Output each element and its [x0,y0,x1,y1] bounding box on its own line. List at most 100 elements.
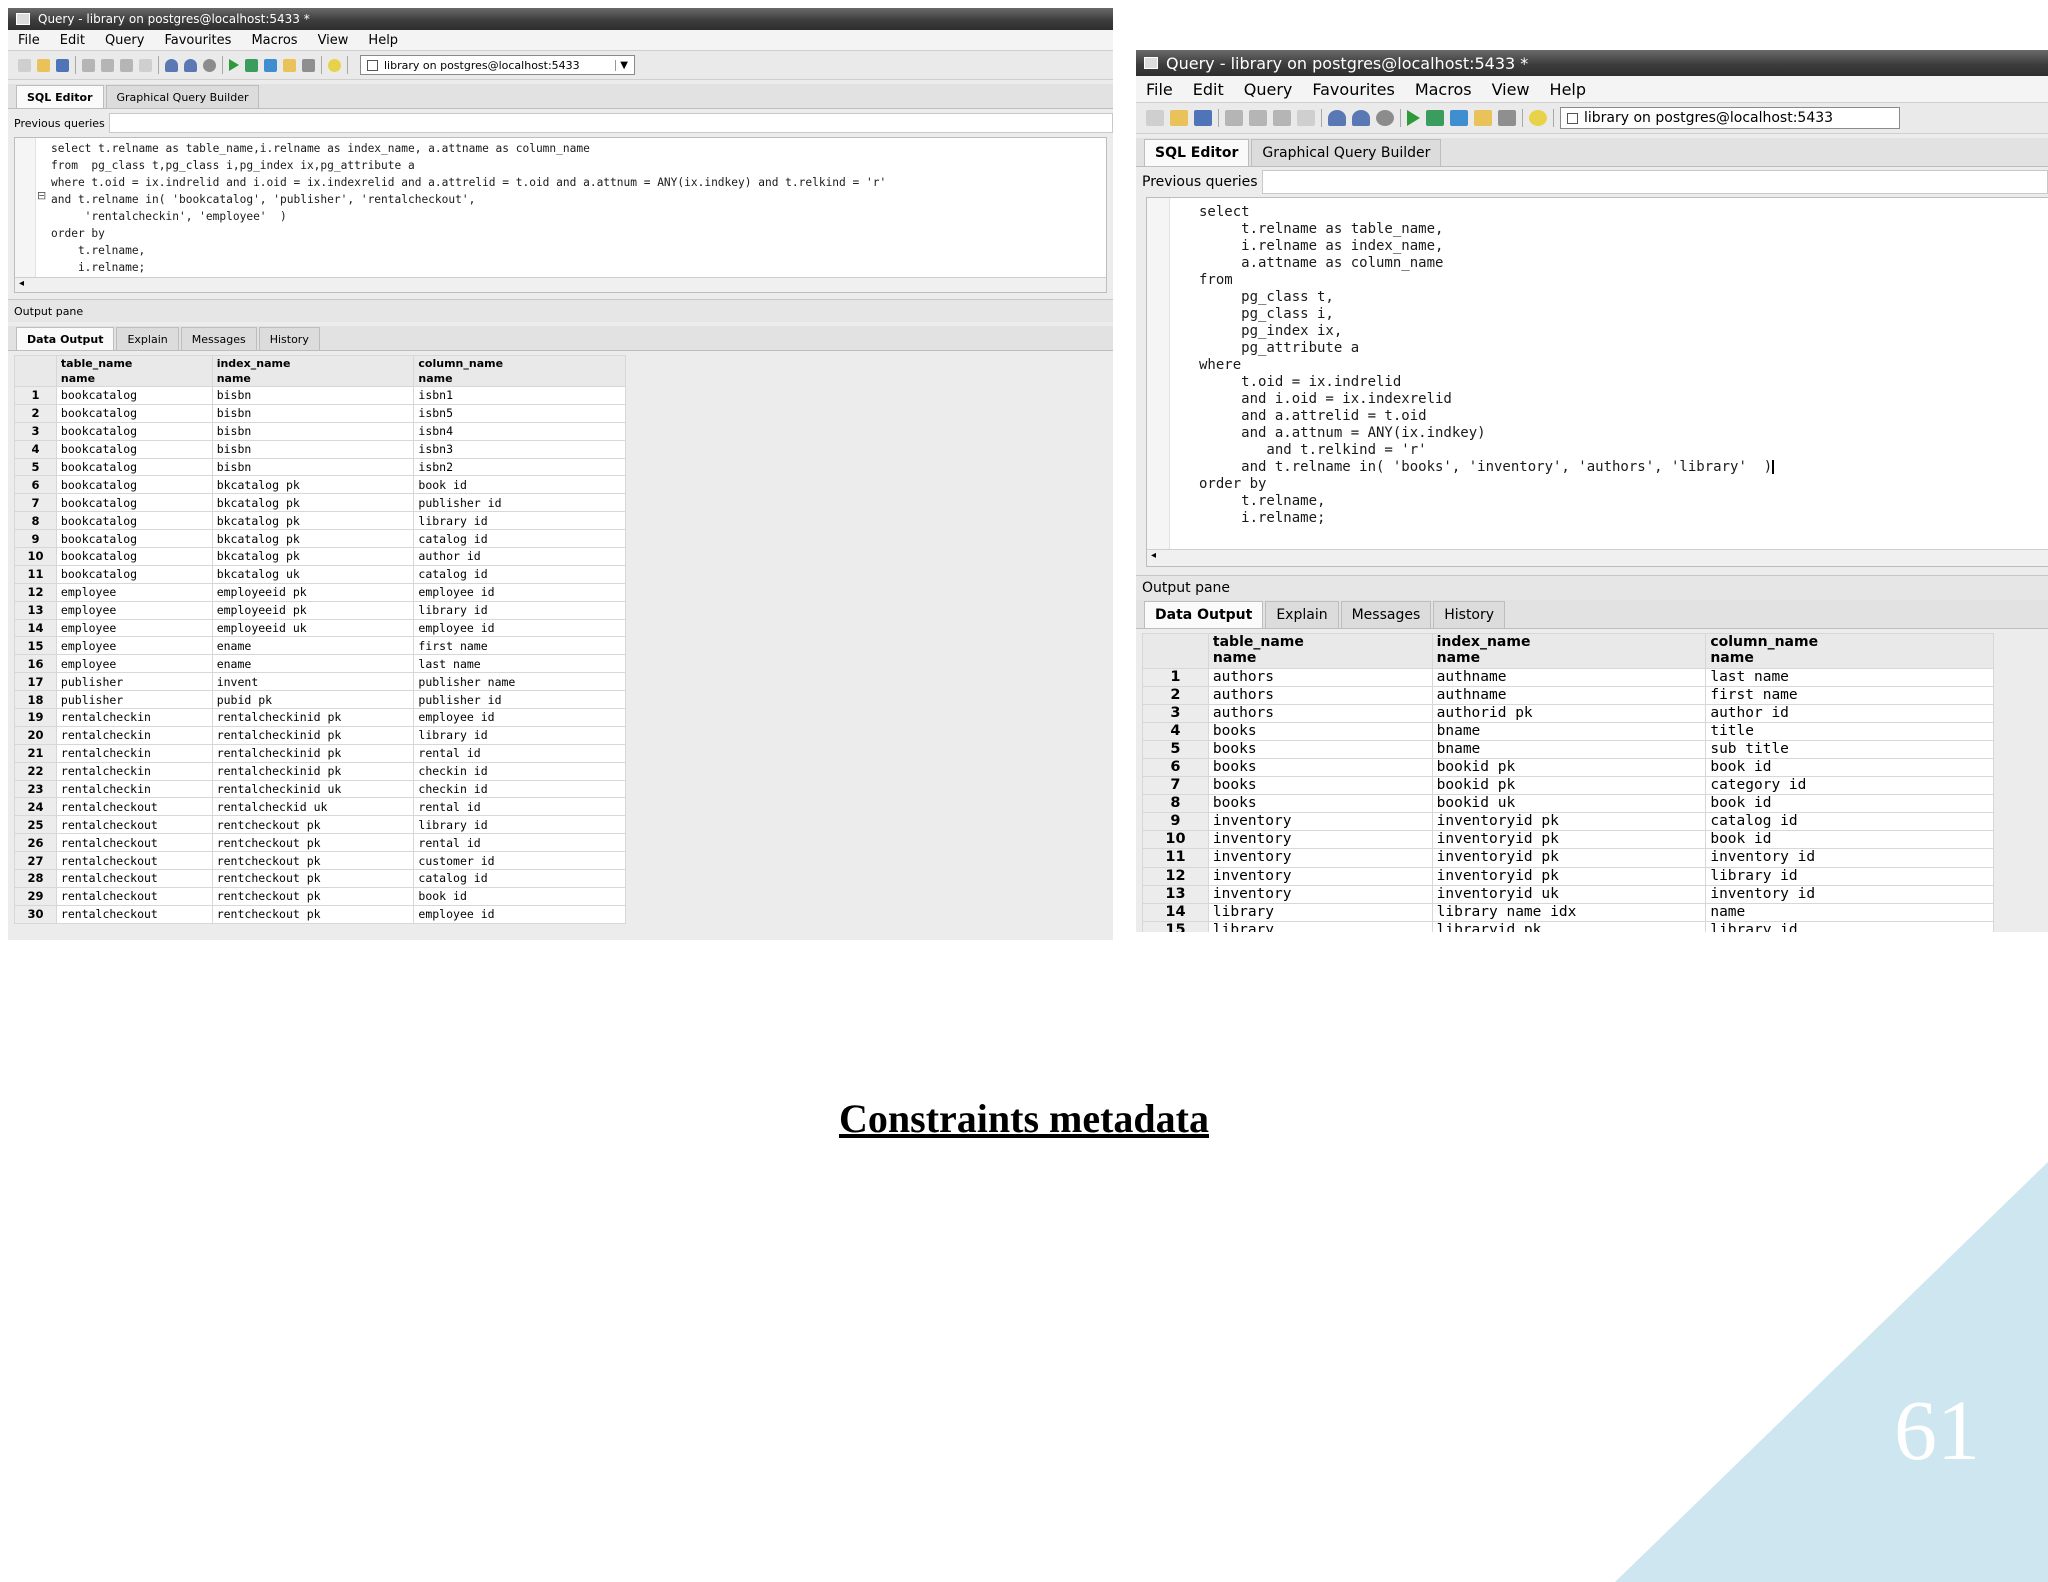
table-cell[interactable]: library id [1705,866,1994,886]
row-number[interactable]: 13 [1142,884,1209,904]
table-row[interactable]: 11 inventory inventoryid pk inventory id [1142,848,1994,868]
table-cell[interactable]: bookcatalog [55,439,213,459]
table-row[interactable]: 26 rentalcheckout rentcheckout pk rental id [14,833,626,853]
column-header[interactable]: column_name name [413,355,626,387]
row-number[interactable]: 3 [14,421,57,441]
table-cell[interactable]: invent [211,672,415,692]
table-cell[interactable]: bkcatalog pk [211,475,415,495]
menu-favourites[interactable]: Favourites [154,33,241,48]
row-number[interactable]: 9 [14,529,57,549]
tab-data-output[interactable]: Data Output [16,327,115,350]
table-cell[interactable]: bkcatalog pk [211,547,415,566]
table-row[interactable]: 14 library library name idx name [1142,902,1994,922]
table-cell[interactable]: rentalcheckinid pk [211,743,415,763]
table-cell[interactable]: bisbn [211,403,415,423]
table-cell[interactable]: book id [1705,758,1994,778]
table-cell[interactable]: last name [413,654,626,674]
table-row[interactable]: 6 bookcatalog bkcatalog pk book id [14,475,626,495]
table-cell[interactable]: book id [413,886,626,906]
row-number[interactable]: 19 [14,708,57,727]
table-cell[interactable]: bookid pk [1431,776,1707,796]
table-cell[interactable]: author id [413,547,626,566]
row-number[interactable]: 25 [14,815,57,835]
table-row[interactable]: 5 bookcatalog bisbn isbn2 [14,457,626,477]
table-cell[interactable]: publisher [55,690,213,710]
table-cell[interactable]: title [1705,722,1994,742]
table-cell[interactable]: bisbn [211,457,415,477]
help-icon[interactable] [1529,110,1547,126]
table-cell[interactable]: authname [1431,686,1707,706]
tab-explain[interactable]: Explain [1265,601,1339,628]
table-cell[interactable]: bname [1431,722,1707,742]
copy-icon[interactable] [101,58,114,72]
row-number[interactable]: 12 [14,582,57,602]
menu-favourites[interactable]: Favourites [1302,80,1404,99]
redo-icon[interactable] [184,58,197,72]
table-cell[interactable]: library id [413,600,626,620]
table-row[interactable]: 15 employee ename first name [14,636,626,656]
row-number[interactable]: 20 [14,725,57,745]
row-number[interactable]: 2 [14,403,57,423]
menu-macros[interactable]: Macros [241,33,307,48]
row-number[interactable]: 7 [1142,776,1209,796]
execute-pgscript-icon[interactable] [245,58,258,72]
table-cell[interactable]: author id [1705,704,1994,724]
table-cell[interactable]: inventory id [1705,884,1994,904]
row-number[interactable]: 14 [1142,902,1209,922]
table-cell[interactable]: bkcatalog pk [211,529,415,549]
table-cell[interactable]: bookcatalog [55,421,213,441]
table-cell[interactable]: bookcatalog [55,529,213,549]
explain-icon[interactable] [283,58,296,72]
row-number[interactable]: 1 [14,386,57,405]
undo-icon[interactable] [1328,110,1346,126]
menu-file[interactable]: File [1136,80,1183,99]
table-cell[interactable]: authname [1431,667,1707,688]
table-cell[interactable]: bname [1431,740,1707,760]
execute-icon[interactable] [1407,110,1420,126]
table-row[interactable]: 24 rentalcheckout rentalcheckid uk rental i… [14,797,626,817]
scroll-left-icon[interactable]: ◂ [1151,550,1156,561]
row-number[interactable]: 22 [14,761,57,781]
table-cell[interactable]: bookcatalog [55,386,213,405]
table-cell[interactable]: employeeid uk [211,618,415,638]
table-cell[interactable]: inventory [1207,866,1433,886]
table-cell[interactable]: rental id [413,833,626,853]
save-icon[interactable] [1194,110,1212,126]
table-cell[interactable]: rentalcheckout [55,886,213,906]
table-cell[interactable]: rentalcheckinid pk [211,761,415,781]
table-cell[interactable]: bkcatalog uk [211,564,415,584]
menu-view[interactable]: View [1482,80,1540,99]
row-number[interactable]: 6 [1142,758,1209,778]
table-cell[interactable]: rentalcheckinid pk [211,708,415,727]
table-cell[interactable]: authors [1207,667,1433,688]
table-cell[interactable]: ename [211,654,415,674]
table-row[interactable]: 12 inventory inventoryid pk library id [1142,866,1994,886]
table-cell[interactable]: first name [1705,686,1994,706]
table-row[interactable]: 22 rentalcheckin rentalcheckinid pk checkin… [14,761,626,781]
table-cell[interactable]: catalog id [413,564,626,584]
table-row[interactable]: 10 bookcatalog bkcatalog pk author id [14,547,626,566]
table-cell[interactable]: inventory [1207,848,1433,868]
previous-queries-dropdown[interactable] [108,113,1113,133]
open-icon[interactable] [37,58,50,72]
table-row[interactable]: 28 rentalcheckout rentcheckout pk catalog i… [14,869,626,888]
table-row[interactable]: 16 employee ename last name [14,654,626,674]
table-cell[interactable]: books [1207,776,1433,796]
table-cell[interactable]: isbn3 [413,439,626,459]
table-cell[interactable]: employee [55,582,213,602]
table-cell[interactable]: authors [1207,704,1433,724]
table-row[interactable]: 1 authors authname last name [1142,667,1994,688]
table-cell[interactable]: name [1705,902,1994,922]
table-row[interactable]: 10 inventory inventoryid pk book id [1142,830,1994,850]
table-row[interactable]: 23 rentalcheckin rentalcheckinid uk checkin… [14,779,626,799]
table-row[interactable]: 1 bookcatalog bisbn isbn1 [14,386,626,405]
new-icon[interactable] [1146,110,1164,126]
table-cell[interactable]: bookcatalog [55,475,213,495]
menu-query[interactable]: Query [95,33,155,48]
help-icon[interactable] [328,58,341,72]
row-number[interactable]: 5 [14,457,57,477]
table-cell[interactable]: inventoryid uk [1431,884,1707,904]
table-cell[interactable]: catalog id [1705,812,1994,832]
table-cell[interactable]: bookcatalog [55,564,213,584]
table-cell[interactable]: inventory [1207,884,1433,904]
